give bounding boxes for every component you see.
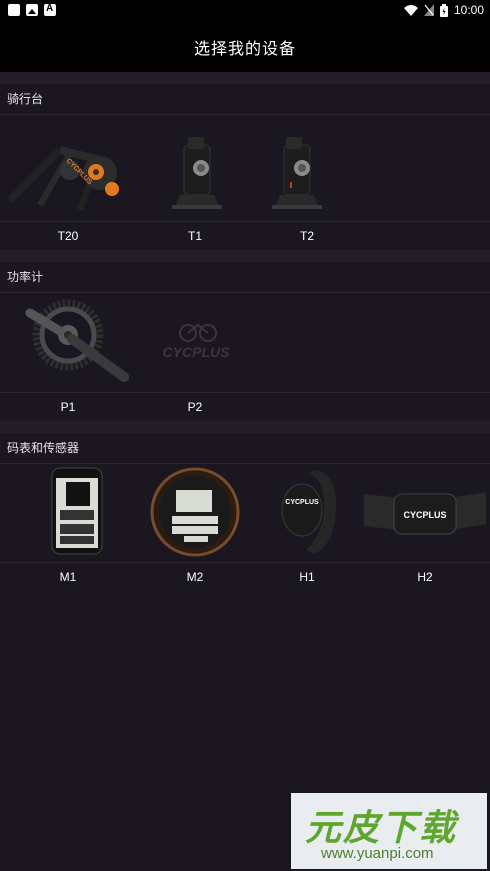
placeholder-logo: CYCPLUS <box>163 344 231 360</box>
heart-rate-h1-image: CYCPLUS <box>281 470 336 554</box>
device-label: T2 <box>299 229 314 243</box>
app-icon <box>8 4 20 16</box>
power-meter-p1-image <box>25 299 129 382</box>
device-t1[interactable] <box>136 115 254 221</box>
trainer-t2-image <box>272 137 322 209</box>
page-title: 选择我的设备 <box>193 41 296 58</box>
device-label: H2 <box>417 570 433 584</box>
signal-icon <box>423 4 434 16</box>
device-t20[interactable]: CYCPLUS <box>0 115 136 221</box>
device-h1[interactable]: CYCPLUS <box>254 464 360 562</box>
status-bar: 10:00 <box>0 0 490 22</box>
device-p2[interactable]: CYCPLUS <box>136 293 254 392</box>
device-list: 骑行台 CYCPLUS T20 T1 T2 功率计 CYCPLUS P1 P2 … <box>0 72 490 591</box>
wifi-icon <box>403 5 418 16</box>
section-gap <box>0 421 490 433</box>
device-m2[interactable] <box>136 464 254 562</box>
device-p1[interactable] <box>0 293 136 392</box>
device-label: T20 <box>57 229 79 243</box>
section-title: 码表和传感器 <box>0 433 490 464</box>
device-h2[interactable]: CYCPLUS <box>360 464 490 562</box>
device-label: T1 <box>187 229 202 243</box>
device-label: H1 <box>299 570 315 584</box>
bike-computer-m1-image <box>51 467 103 555</box>
device-label: M2 <box>186 570 204 584</box>
watermark-brand: 元皮下载 <box>305 807 458 848</box>
section-trainers: 骑行台 CYCPLUS T20 T1 T2 <box>0 84 490 250</box>
bike-computer-m2-image <box>150 467 240 557</box>
section-gap <box>0 250 490 262</box>
heart-rate-h2-image: CYCPLUS <box>364 492 486 535</box>
app-header: 选择我的设备 <box>0 22 490 72</box>
watermark-url: www.yuanpi.com <box>321 845 434 862</box>
trainer-t1-image <box>172 137 222 209</box>
section-title: 功率计 <box>0 262 490 293</box>
device-label: P2 <box>187 400 203 414</box>
battery-icon <box>439 3 448 17</box>
image-icon <box>26 4 38 16</box>
a-icon <box>44 3 56 16</box>
clock: 10:00 <box>453 3 484 17</box>
device-t2[interactable] <box>254 115 360 221</box>
device-label: M1 <box>59 570 77 584</box>
device-label: P1 <box>60 400 76 414</box>
watermark-logo: 元皮下载 www.yuanpi.com <box>291 793 487 869</box>
section-power-meters: 功率计 CYCPLUS P1 P2 <box>0 262 490 421</box>
section-computers-sensors: 码表和传感器 CYCPLUS CYCPLUS M1 M2 H1 H2 <box>0 433 490 591</box>
svg-text:CYCPLUS: CYCPLUS <box>403 510 446 520</box>
svg-text:CYCPLUS: CYCPLUS <box>285 499 319 506</box>
section-gap <box>0 72 490 84</box>
section-title: 骑行台 <box>0 84 490 115</box>
trainer-t20-image: CYCPLUS <box>7 146 119 212</box>
device-m1[interactable] <box>0 464 136 562</box>
power-meter-p2-image: CYCPLUS <box>163 323 231 360</box>
